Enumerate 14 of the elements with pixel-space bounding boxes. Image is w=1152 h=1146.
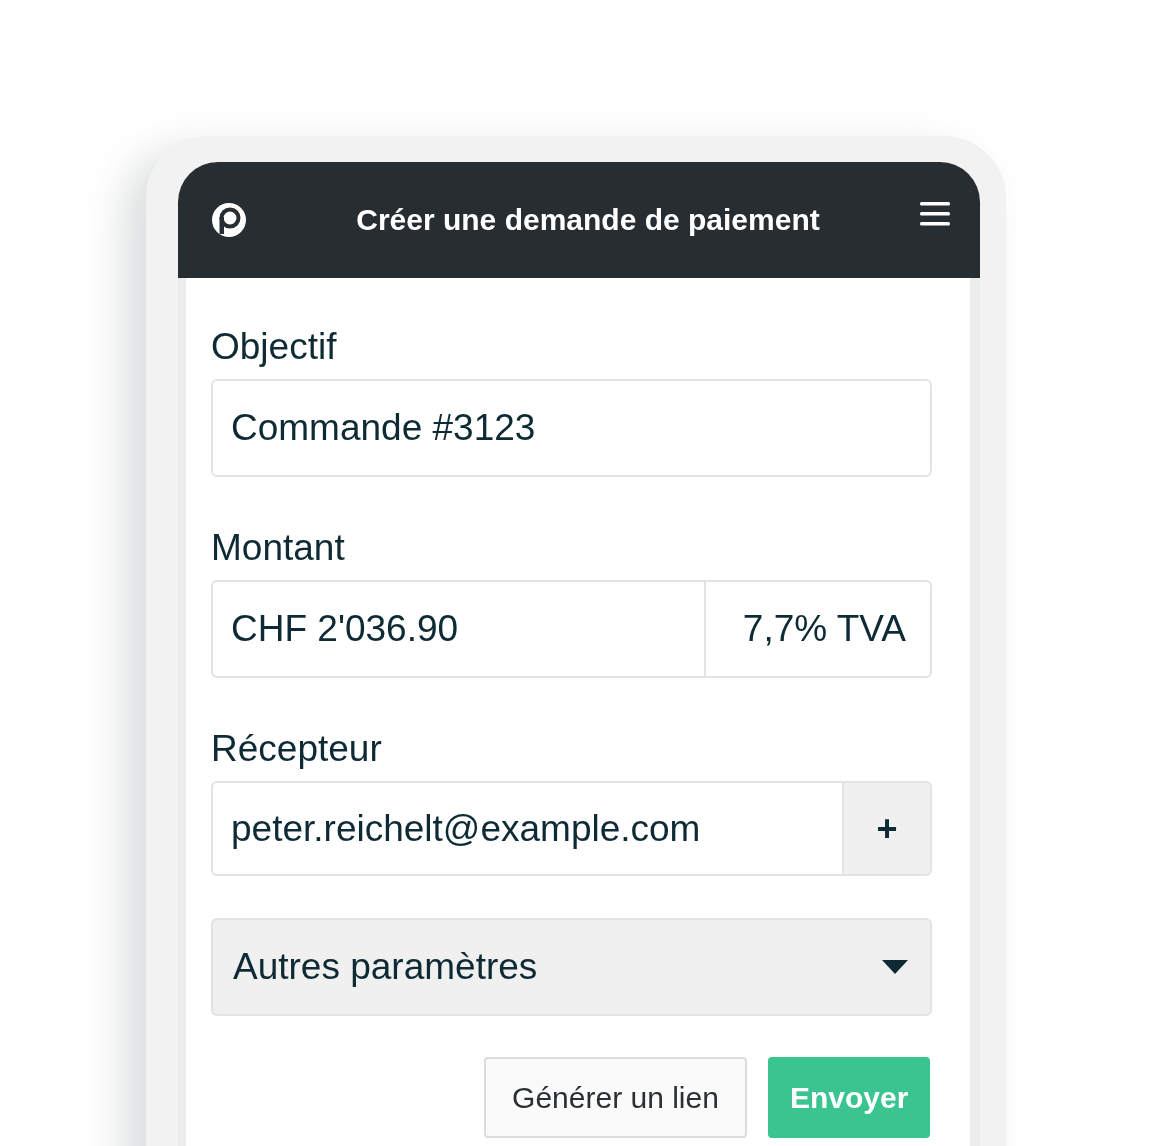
generate-link-button[interactable]: Générer un lien (484, 1057, 747, 1138)
add-recipient-button[interactable]: + (844, 781, 932, 876)
input-field[interactable]: Commande #3123 (211, 379, 932, 477)
amount-field[interactable]: CHF 2'036.90 (211, 580, 706, 678)
vat-rate-field[interactable]: 7,7% TVA (706, 580, 932, 678)
menu-icon[interactable] (920, 201, 950, 227)
field-label: Récepteur (211, 727, 382, 771)
page-title: Créer une demande de paiement (355, 203, 821, 237)
caret-icon (882, 960, 908, 974)
more-settings-dropdown[interactable]: Autres paramètres (211, 918, 932, 1016)
email-field[interactable]: peter.reichelt@example.com (211, 781, 844, 876)
logo-icon (212, 203, 246, 237)
field-label: Montant (211, 526, 345, 570)
field-label: Objectif (211, 325, 337, 369)
